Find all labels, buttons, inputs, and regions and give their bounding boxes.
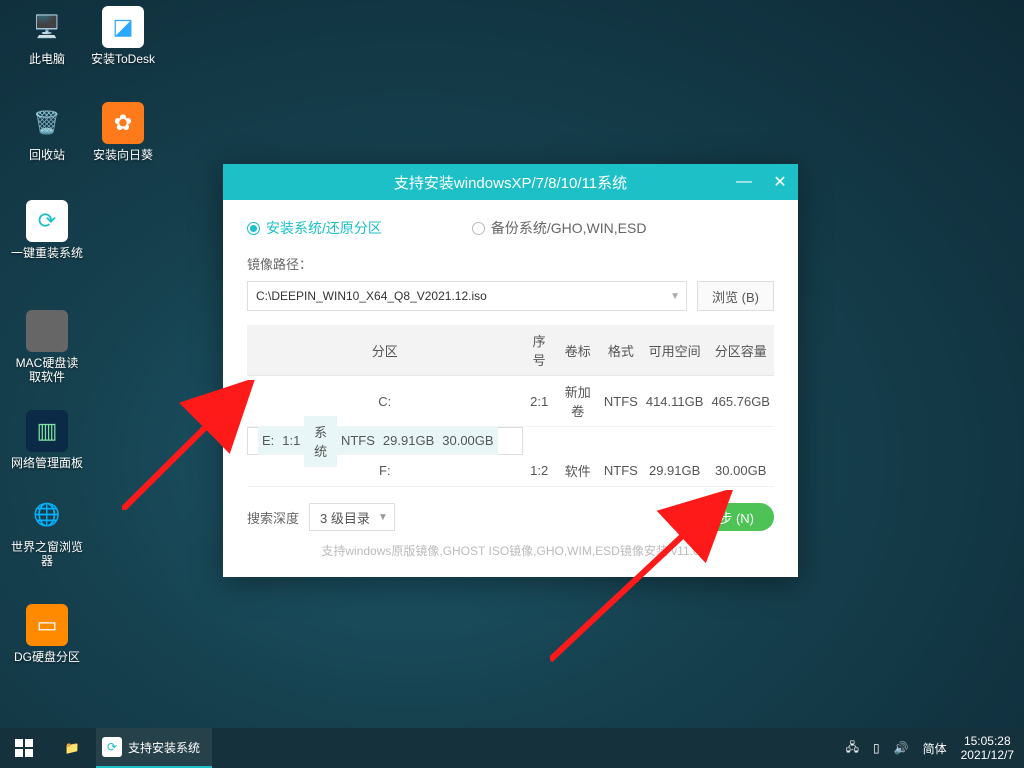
desktop-icon-reinstall[interactable]: ⟳一键重装系统 xyxy=(10,200,84,260)
tray-battery-icon[interactable]: ▯ xyxy=(873,741,880,755)
tray-network-icon[interactable]: 🖧 xyxy=(846,738,859,759)
radio-dot-icon xyxy=(472,222,485,235)
tray-ime[interactable]: 简体 xyxy=(923,740,947,757)
radio-install-restore[interactable]: 安装系统/还原分区 xyxy=(247,218,382,238)
chevron-down-icon: ▼ xyxy=(670,291,680,302)
start-button[interactable] xyxy=(0,728,48,768)
partition-table: 分区 序号 卷标 格式 可用空间 分区容量 C:2:1新加卷NTFS414.11… xyxy=(247,325,774,487)
image-path-combo[interactable]: C:\DEEPIN_WIN10_X64_Q8_V2021.12.iso ▼ xyxy=(247,281,687,311)
taskbar: 📁 ⟳ 支持安装系统 🖧 ▯ 🔊 简体 15:05:28 2021/12/7 xyxy=(0,728,1024,768)
tray-volume-icon[interactable]: 🔊 xyxy=(894,741,909,755)
installer-window: 支持安装windowsXP/7/8/10/11系统 — ✕ 安装系统/还原分区 … xyxy=(223,164,798,577)
search-depth-label: 搜索深度 xyxy=(247,508,299,527)
task-app-icon: ⟳ xyxy=(102,737,122,757)
next-button[interactable]: 下一步 (N) xyxy=(673,503,774,531)
col-format: 格式 xyxy=(600,325,642,376)
col-free: 可用空间 xyxy=(642,325,708,376)
desktop-icon-sunflower[interactable]: ✿安装向日葵 xyxy=(86,102,160,162)
desktop-icon-todesk[interactable]: ◪安装ToDesk xyxy=(86,6,160,66)
col-index: 序号 xyxy=(523,325,556,376)
footer-hint: 支持windows原版镜像,GHOST ISO镜像,GHO,WIM,ESD镜像安… xyxy=(223,542,798,559)
desktop-icon-network-panel[interactable]: ▥网络管理面板 xyxy=(10,410,84,470)
titlebar[interactable]: 支持安装windowsXP/7/8/10/11系统 — ✕ xyxy=(223,164,798,200)
image-path-label: 镜像路径： xyxy=(247,254,774,273)
col-partition: 分区 xyxy=(247,325,523,376)
close-button[interactable]: ✕ xyxy=(762,164,798,200)
radio-dot-icon xyxy=(247,222,260,235)
desktop-icon-mac-disk[interactable]: MAC硬盘读取软件 xyxy=(10,310,84,385)
desktop-icon-theworld-browser[interactable]: 🌐世界之窗浏览器 xyxy=(10,494,84,569)
browse-button[interactable]: 浏览 (B) xyxy=(697,281,774,311)
radio-backup[interactable]: 备份系统/GHO,WIN,ESD xyxy=(472,218,647,238)
minimize-button[interactable]: — xyxy=(726,164,762,200)
chevron-down-icon: ▼ xyxy=(378,512,388,523)
col-capacity: 分区容量 xyxy=(707,325,774,376)
tray-clock[interactable]: 15:05:28 2021/12/7 xyxy=(961,734,1014,763)
taskbar-task-installer[interactable]: ⟳ 支持安装系统 xyxy=(96,728,212,768)
desktop-icon-recycle-bin[interactable]: 🗑️回收站 xyxy=(10,102,84,162)
taskbar-explorer-icon[interactable]: 📁 xyxy=(48,728,96,768)
desktop-icon-this-pc[interactable]: 🖥️此电脑 xyxy=(10,6,84,66)
desktop-icon-dg-partition[interactable]: ▭DG硬盘分区 xyxy=(10,604,84,664)
search-depth-select[interactable]: 3 级目录 ▼ xyxy=(309,503,395,531)
table-row[interactable]: E:1:1系统NTFS29.91GB30.00GB xyxy=(247,427,523,455)
col-label: 卷标 xyxy=(556,325,600,376)
window-title: 支持安装windowsXP/7/8/10/11系统 xyxy=(394,172,627,193)
